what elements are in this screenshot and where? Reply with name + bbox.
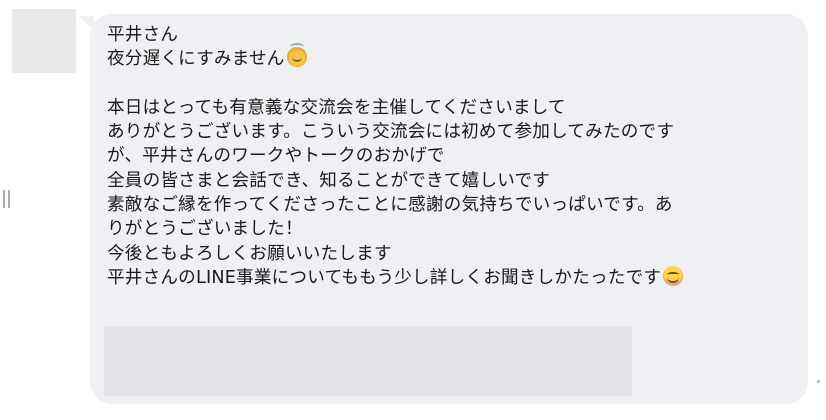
status-dot <box>817 380 820 383</box>
message-greeting: 平井さん <box>107 25 179 45</box>
message-text: 平井さん 夜分遅くにすみません 本日はとっても有意義な交流会を主催してくださいま… <box>107 23 797 290</box>
resize-handle[interactable] <box>3 190 10 208</box>
grip-bar <box>3 190 5 208</box>
message-line: 今後ともよろしくお願いいたします <box>107 243 392 264</box>
message-line: 本日はとっても有意義な交流会を主催してくださいまして <box>107 97 566 118</box>
message-line-text: 平井さんのLINE事業についてももう少し詳しくお聞きしかたったです <box>107 267 662 288</box>
grip-bar <box>8 190 10 208</box>
message-line: が、平井さんのワークやトークのおかげで <box>107 146 445 167</box>
message-line: りがとうございました！ <box>107 219 303 240</box>
message-line: 全員の皆さまと会話でき、知ることができて嬉しいです <box>107 170 551 191</box>
redacted-block <box>104 326 632 396</box>
message-line: 夜分遅くにすみません <box>107 43 797 71</box>
message-line: 素敵なご縁を作ってくださったことに感謝の気持ちでいっぱいです。あ <box>107 195 673 216</box>
message-line-text: 夜分遅くにすみません <box>107 49 285 70</box>
smiling-face-emoji-icon <box>663 265 684 286</box>
chat-view: 平井さん 夜分遅くにすみません 本日はとっても有意義な交流会を主催してくださいま… <box>0 0 826 420</box>
message-line: 平井さんのLINE事業についてももう少し詳しくお聞きしかたったです <box>107 265 797 290</box>
avatar[interactable] <box>12 9 76 73</box>
message-line: ありがとうございます。こういう交流会には初めて参加してみたのです <box>107 122 675 143</box>
sweat-smile-emoji-icon <box>286 43 307 68</box>
